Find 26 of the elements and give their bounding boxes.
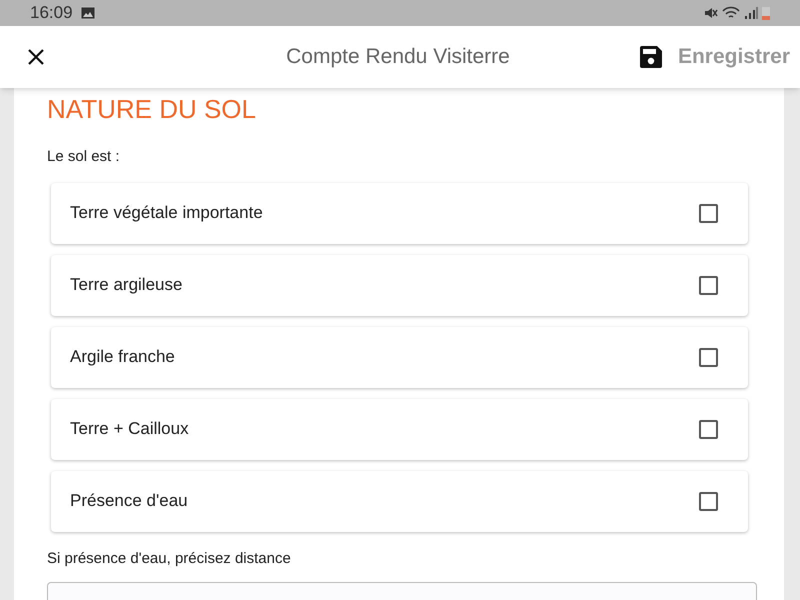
mute-icon bbox=[704, 6, 718, 20]
checkbox[interactable] bbox=[699, 276, 718, 294]
image-icon bbox=[80, 7, 95, 19]
status-time: 16:09 bbox=[30, 2, 73, 24]
checkbox[interactable] bbox=[699, 420, 718, 438]
option-card[interactable]: Terre argileuse bbox=[51, 254, 748, 316]
question-label: Le sol est : bbox=[47, 147, 121, 167]
option-label: Argile franche bbox=[70, 346, 175, 368]
option-label: Terre végétale importante bbox=[70, 202, 263, 224]
app-title: Compte Rendu Visiterre bbox=[285, 44, 511, 70]
option-card[interactable]: Argile franche bbox=[51, 326, 748, 388]
distance-label: Si présence d'eau, précisez distance bbox=[47, 548, 292, 568]
option-card[interactable]: Terre végétale importante bbox=[51, 182, 748, 244]
option-card[interactable]: Terre + Cailloux bbox=[51, 398, 748, 460]
battery-icon bbox=[762, 6, 770, 20]
option-label: Terre argileuse bbox=[70, 274, 182, 296]
checkbox[interactable] bbox=[699, 492, 718, 510]
option-card[interactable]: Présence d'eau bbox=[51, 470, 748, 532]
option-label: Terre + Cailloux bbox=[70, 418, 189, 440]
section-title: NATURE DU SOL bbox=[47, 94, 257, 124]
checkbox[interactable] bbox=[699, 204, 718, 222]
signal-icon bbox=[744, 7, 758, 19]
wifi-icon bbox=[722, 6, 740, 20]
option-label: Présence d'eau bbox=[70, 490, 188, 512]
close-button[interactable] bbox=[26, 47, 46, 67]
checkbox[interactable] bbox=[699, 348, 718, 366]
